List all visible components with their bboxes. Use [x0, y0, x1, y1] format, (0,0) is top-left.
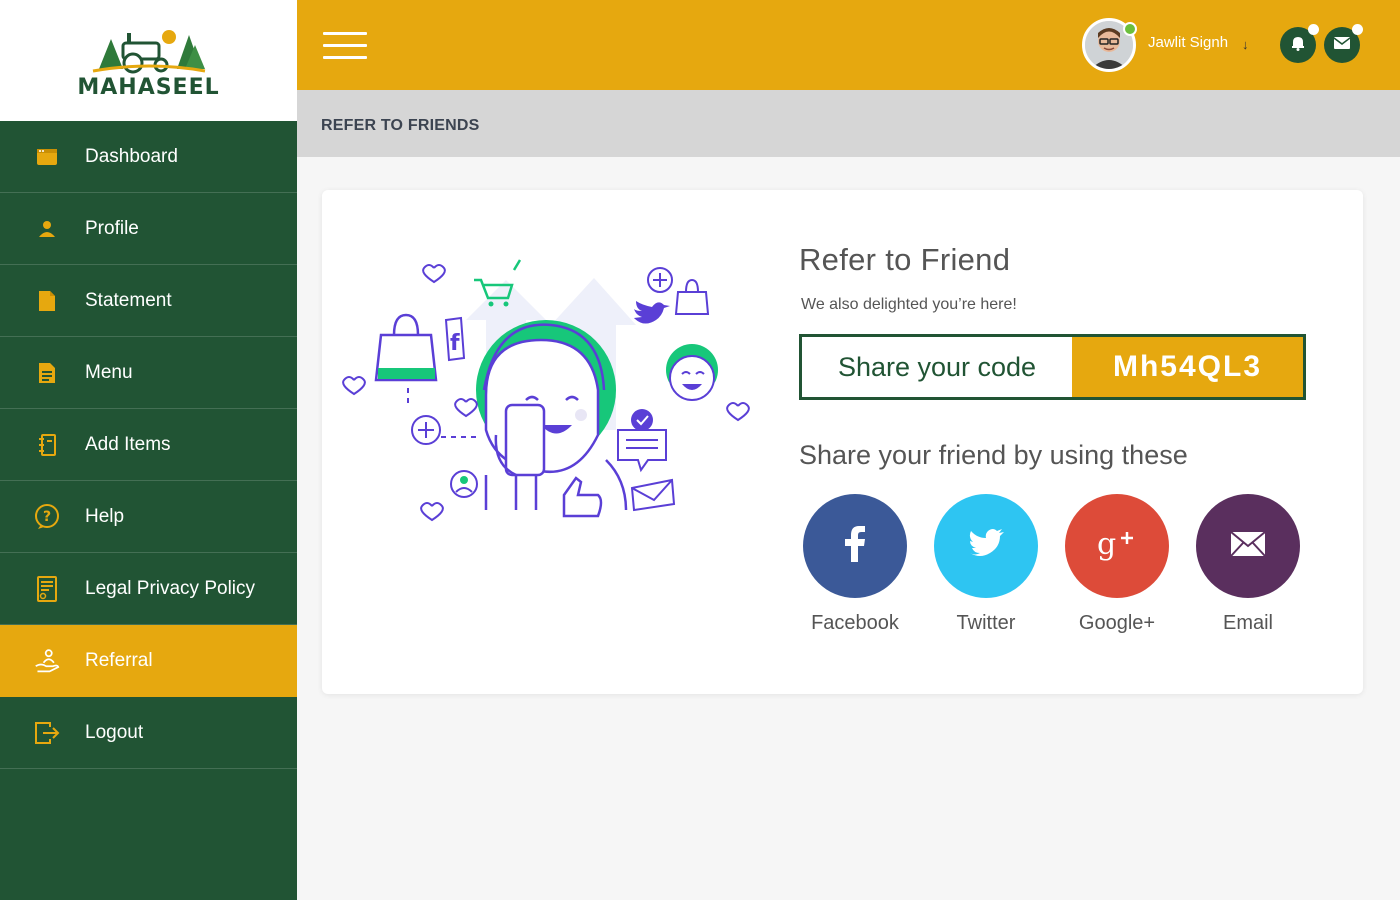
share-label: Twitter: [956, 612, 1016, 634]
sidebar-item-help[interactable]: ? Help: [0, 481, 297, 553]
sidebar-item-menu[interactable]: Menu: [0, 337, 297, 409]
logout-icon: [34, 720, 60, 746]
hamburger-menu-icon[interactable]: [323, 32, 367, 60]
twitter-icon: [968, 528, 1004, 564]
sidebar-item-legal-privacy-policy[interactable]: Legal Privacy Policy: [0, 553, 297, 625]
sidebar-item-label: Profile: [85, 217, 139, 239]
sidebar-item-label: Help: [85, 505, 125, 527]
document-icon: [34, 288, 60, 314]
online-status-dot: [1123, 22, 1137, 36]
sidebar-item-label: Legal Privacy Policy: [85, 577, 256, 599]
sidebar-item-dashboard[interactable]: Dashboard: [0, 121, 297, 193]
share-label: Email: [1222, 612, 1273, 634]
email-icon: [1230, 530, 1266, 562]
sidebar-item-label: Add Items: [85, 433, 171, 455]
share-google-plus-button[interactable]: g Google+: [1065, 494, 1169, 635]
share-email-button[interactable]: Email: [1196, 494, 1300, 635]
brand-name: MAHASEEL: [77, 75, 220, 100]
messages-button[interactable]: [1324, 24, 1363, 63]
share-facebook-button[interactable]: Facebook: [803, 494, 907, 635]
tractor-logo-icon: [92, 30, 205, 74]
message-badge: [1352, 24, 1363, 35]
dashboard-icon: [34, 144, 60, 170]
sidebar-item-profile[interactable]: Profile: [0, 193, 297, 265]
twitter-circle[interactable]: [934, 494, 1038, 598]
sidebar-item-label: Menu: [85, 361, 133, 383]
sidebar: MAHASEEL Dashboard Profile Statement Men…: [0, 0, 297, 900]
user-icon: [34, 216, 60, 242]
sidebar-item-add-items[interactable]: Add Items: [0, 409, 297, 481]
sidebar-item-label: Logout: [85, 721, 144, 743]
bell-icon: [1290, 35, 1306, 56]
logo[interactable]: MAHASEEL: [0, 0, 297, 121]
share-twitter-button[interactable]: Twitter: [934, 494, 1038, 635]
facebook-icon: [844, 525, 866, 567]
sidebar-item-statement[interactable]: Statement: [0, 265, 297, 337]
policy-icon: [34, 575, 60, 602]
sidebar-item-label: Statement: [85, 289, 172, 311]
sidebar-item-referral[interactable]: Referral: [0, 625, 297, 697]
top-bar: Jawlit Signh ↓: [297, 0, 1400, 90]
menu-list-icon: [34, 360, 60, 386]
email-circle[interactable]: [1196, 494, 1300, 598]
sidebar-item-logout[interactable]: Logout: [0, 697, 297, 769]
referral-illustration: f: [342, 259, 750, 522]
notification-badge: [1308, 24, 1319, 35]
user-menu-caret-icon[interactable]: ↓: [1242, 37, 1249, 52]
help-icon: ?: [34, 503, 60, 530]
svg-text:g: g: [1097, 527, 1116, 562]
sidebar-item-label: Referral: [85, 649, 153, 671]
mail-icon: [1333, 36, 1351, 54]
referral-card: f Refer to Friend We also delighted you’…: [322, 190, 1363, 694]
share-label: Google+: [1078, 612, 1156, 634]
user-name[interactable]: Jawlit Signh: [1148, 34, 1228, 51]
svg-text:f: f: [450, 331, 460, 356]
share-code-label: Share your code: [802, 337, 1072, 397]
facebook-circle[interactable]: [803, 494, 907, 598]
referral-subtitle: We also delighted you’re here!: [801, 296, 1017, 313]
share-title: Share your friend by using these: [799, 440, 1188, 470]
referral-icon: [34, 648, 60, 674]
google-plus-icon: g: [1097, 526, 1137, 567]
referral-code[interactable]: Mh54QL3: [1072, 337, 1303, 397]
page-title: REFER TO FRIENDS: [321, 117, 480, 134]
google-plus-circle[interactable]: g: [1065, 494, 1169, 598]
referral-code-box[interactable]: Share your code Mh54QL3: [799, 334, 1306, 400]
add-items-icon: [34, 432, 60, 458]
referral-title: Refer to Friend: [799, 242, 1011, 277]
svg-text:?: ?: [43, 509, 51, 525]
notifications-button[interactable]: [1280, 24, 1319, 63]
sidebar-item-label: Dashboard: [85, 145, 178, 167]
breadcrumb: REFER TO FRIENDS: [297, 90, 1400, 157]
share-label: Facebook: [811, 612, 899, 634]
